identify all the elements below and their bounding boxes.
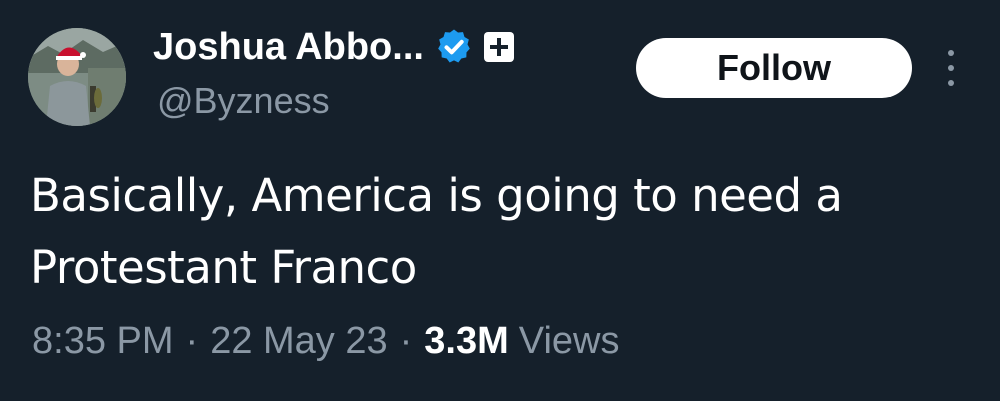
- affiliation-logo-icon: [489, 38, 508, 56]
- author-avatar[interactable]: [28, 28, 126, 126]
- views-count: 3.3M: [424, 320, 509, 362]
- tweet-date[interactable]: 22 May 23: [210, 320, 387, 363]
- author-display-name[interactable]: Joshua Abbo...: [153, 26, 424, 69]
- meta-separator: ·: [185, 320, 199, 362]
- views-label: Views: [518, 320, 620, 362]
- tweet-text: Basically, America is going to need a Pr…: [30, 169, 843, 294]
- tweet-time[interactable]: 8:35 PM: [32, 320, 174, 363]
- more-vertical-icon[interactable]: [937, 46, 965, 90]
- profile-photo-icon: [28, 28, 126, 126]
- follow-button[interactable]: Follow: [636, 38, 912, 98]
- author-handle[interactable]: @Byzness: [157, 80, 330, 122]
- more-dot: [948, 65, 954, 71]
- meta-separator: ·: [399, 320, 413, 362]
- more-dot: [948, 50, 954, 56]
- affiliation-badge-icon[interactable]: [483, 32, 514, 62]
- tweet-meta: 8:35 PM · 22 May 23 · 3.3M Views: [32, 320, 619, 363]
- more-dot: [948, 80, 954, 86]
- tweet-card: Joshua Abbo... @Byzness Follow Basically…: [0, 0, 1000, 401]
- author-name-row: Joshua Abbo...: [153, 20, 514, 74]
- verified-checkmark-icon[interactable]: [434, 27, 474, 67]
